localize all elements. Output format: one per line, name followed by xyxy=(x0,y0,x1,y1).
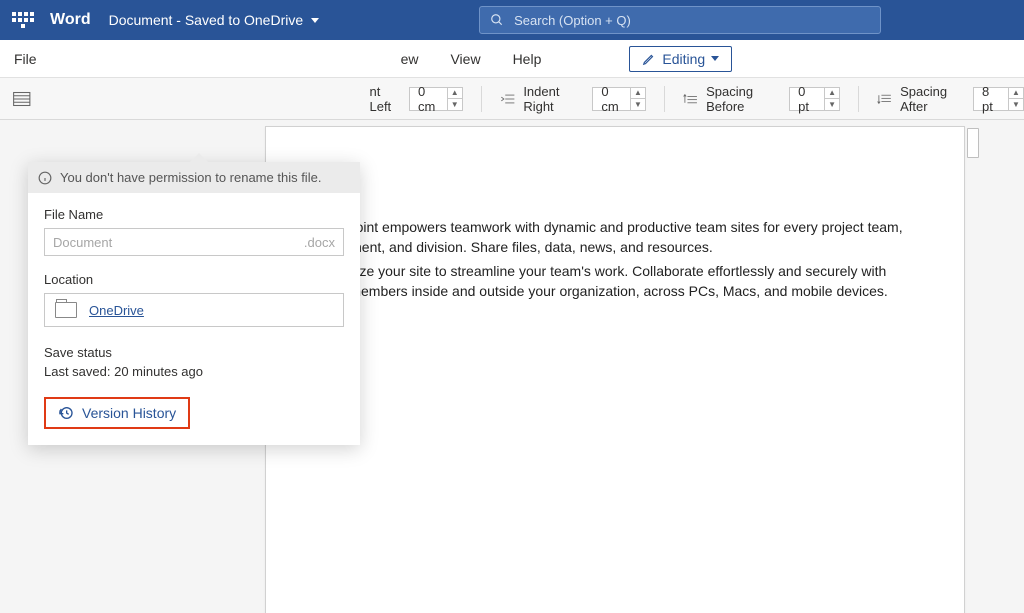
document-page[interactable]: arePoint empowers teamwork with dynamic … xyxy=(265,126,965,613)
document-title-dropdown[interactable]: Document - Saved to OneDrive xyxy=(109,12,320,28)
search-icon xyxy=(490,13,504,27)
ribbon-toolbar: nt Left 0 cm ▲▼ Indent Right 0 cm ▲▼ Spa… xyxy=(0,78,1024,120)
tab-file[interactable]: File xyxy=(14,51,37,67)
tab-help[interactable]: Help xyxy=(513,51,542,67)
indent-right-input[interactable]: 0 cm ▲▼ xyxy=(592,87,646,111)
spacing-after-down[interactable]: ▼ xyxy=(1009,99,1023,110)
spacing-after-group: Spacing After 8 pt ▲▼ xyxy=(877,84,1024,114)
location-box[interactable]: OneDrive xyxy=(44,293,344,327)
pencil-icon xyxy=(642,52,656,66)
title-bar: Word Document - Saved to OneDrive Search… xyxy=(0,0,1024,40)
app-name: Word xyxy=(50,11,91,29)
spacing-after-value: 8 pt xyxy=(974,84,1008,114)
indent-right-up[interactable]: ▲ xyxy=(631,88,645,99)
search-input[interactable]: Search (Option + Q) xyxy=(479,6,881,34)
location-link[interactable]: OneDrive xyxy=(89,303,144,318)
spacing-before-down[interactable]: ▼ xyxy=(825,99,839,110)
spacing-before-label: Spacing Before xyxy=(706,84,781,114)
version-history-label: Version History xyxy=(82,405,176,421)
ruler-handle[interactable] xyxy=(967,128,979,158)
app-launcher-icon[interactable] xyxy=(12,9,34,31)
chevron-down-icon xyxy=(311,18,319,23)
margins-icon[interactable] xyxy=(12,90,31,108)
spacing-after-label: Spacing After xyxy=(900,84,965,114)
document-title-text: Document - Saved to OneDrive xyxy=(109,12,304,28)
separator xyxy=(858,86,859,112)
spacing-after-input[interactable]: 8 pt ▲▼ xyxy=(973,87,1024,111)
folder-icon xyxy=(55,302,77,318)
save-status-label: Save status xyxy=(44,345,344,360)
indent-left-group: nt Left 0 cm ▲▼ xyxy=(369,84,462,114)
search-placeholder: Search (Option + Q) xyxy=(514,13,631,28)
indent-right-down[interactable]: ▼ xyxy=(631,99,645,110)
indent-right-group: Indent Right 0 cm ▲▼ xyxy=(500,84,646,114)
spacing-after-icon xyxy=(877,92,892,106)
tab-view[interactable]: View xyxy=(450,51,480,67)
spacing-before-up[interactable]: ▲ xyxy=(825,88,839,99)
body-paragraph-2: stomize your site to streamline your tea… xyxy=(326,261,904,301)
version-history-button[interactable]: Version History xyxy=(44,397,190,429)
indent-left-up[interactable]: ▲ xyxy=(448,88,462,99)
permission-warning-text: You don't have permission to rename this… xyxy=(60,170,321,185)
indent-right-label: Indent Right xyxy=(523,84,584,114)
indent-left-down[interactable]: ▼ xyxy=(448,99,462,110)
save-status-detail: Last saved: 20 minutes ago xyxy=(44,364,344,379)
spacing-before-input[interactable]: 0 pt ▲▼ xyxy=(789,87,840,111)
spacing-before-value: 0 pt xyxy=(790,84,824,114)
file-name-input[interactable]: Document .docx xyxy=(44,228,344,256)
editing-mode-label: Editing xyxy=(662,51,705,67)
file-name-label: File Name xyxy=(44,207,344,222)
file-name-placeholder: Document xyxy=(53,235,112,250)
editing-mode-button[interactable]: Editing xyxy=(629,46,732,72)
history-icon xyxy=(58,405,74,421)
ribbon-tabs: File ew View Help Editing xyxy=(0,40,1024,78)
spacing-before-icon xyxy=(683,92,698,106)
indent-left-input[interactable]: 0 cm ▲▼ xyxy=(409,87,463,111)
document-title-callout: You don't have permission to rename this… xyxy=(28,162,360,445)
canvas-area: arePoint empowers teamwork with dynamic … xyxy=(0,120,1024,613)
permission-warning: You don't have permission to rename this… xyxy=(28,162,360,193)
indent-right-icon xyxy=(500,92,516,106)
chevron-down-icon xyxy=(711,56,719,61)
separator xyxy=(664,86,665,112)
tab-review-partial[interactable]: ew xyxy=(401,51,419,67)
body-paragraph-1: arePoint empowers teamwork with dynamic … xyxy=(326,217,904,257)
spacing-before-group: Spacing Before 0 pt ▲▼ xyxy=(683,84,840,114)
spacing-after-up[interactable]: ▲ xyxy=(1009,88,1023,99)
indent-right-value: 0 cm xyxy=(593,84,630,114)
indent-left-label: nt Left xyxy=(369,84,401,114)
location-label: Location xyxy=(44,272,344,287)
file-extension: .docx xyxy=(304,235,335,250)
separator xyxy=(481,86,482,112)
info-icon xyxy=(38,171,52,185)
indent-left-value: 0 cm xyxy=(410,84,447,114)
